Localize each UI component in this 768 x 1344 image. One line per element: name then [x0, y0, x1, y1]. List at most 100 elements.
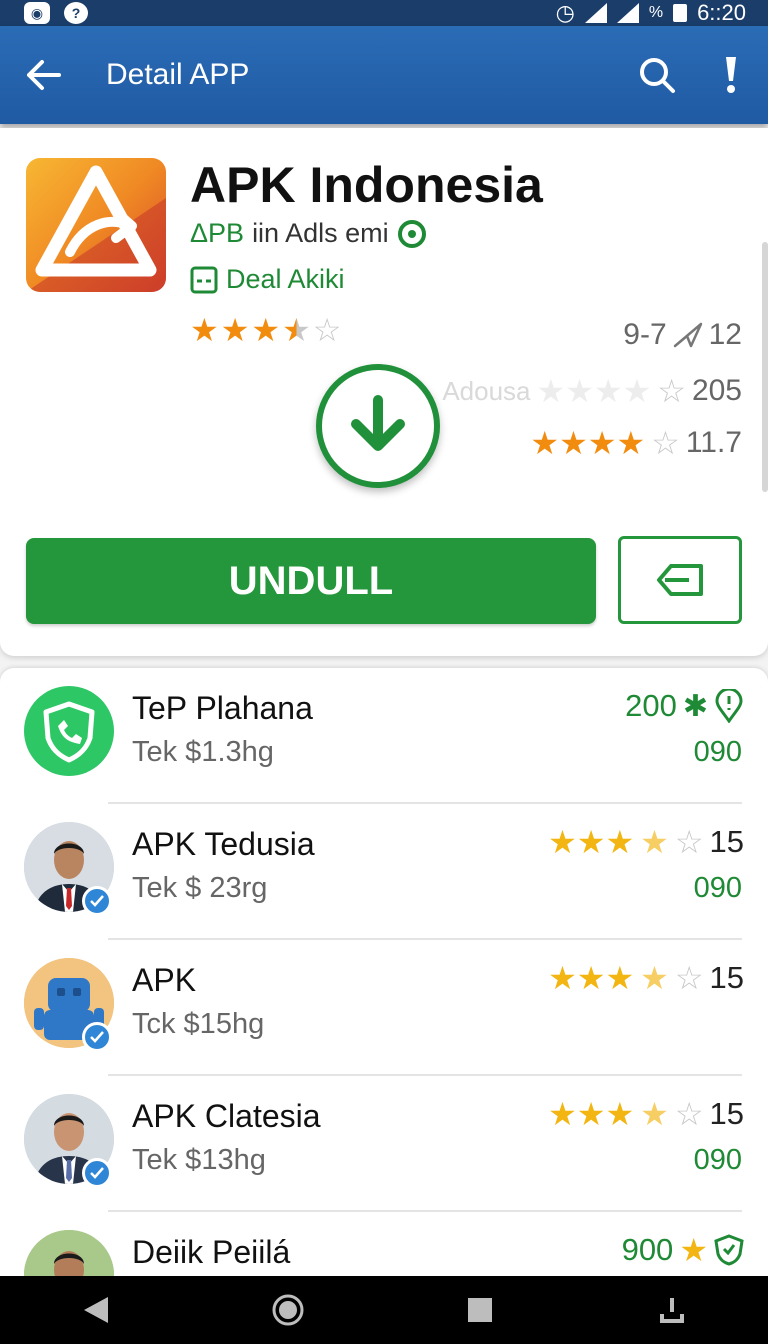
- nav-recents-button[interactable]: [450, 1280, 510, 1340]
- sparkle-icon: ✱: [682, 689, 708, 723]
- app-logo: [26, 158, 166, 292]
- location-pin-icon: [715, 689, 743, 723]
- stat-version-label: 9-7: [623, 318, 667, 351]
- star-empty-icon: ☆: [312, 312, 342, 348]
- item-stat: 900 ★: [622, 1232, 744, 1268]
- item-subtitle: Tek $ 23rg: [132, 872, 268, 904]
- search-button[interactable]: [620, 26, 694, 124]
- list-item[interactable]: APK Clatesia Tek $13hg ★★★ ★ ☆ 15 090: [0, 1076, 768, 1212]
- star-full-icon: ★★★: [548, 824, 635, 860]
- star-half-icon: ★: [640, 1096, 669, 1132]
- alarm-icon: ◷: [555, 0, 575, 25]
- share-icon: [657, 564, 703, 596]
- stat-downloads-label: Adousa: [442, 375, 531, 406]
- item-title: APK Tedusia: [132, 826, 315, 862]
- star-half-icon: ★: [282, 312, 311, 348]
- star-empty-icon: ☆: [651, 425, 680, 461]
- exclamation-icon: [726, 57, 736, 93]
- share-button[interactable]: [618, 536, 742, 624]
- star-full-icon: ★: [220, 312, 250, 348]
- item-stat-value: 200: [625, 688, 677, 723]
- deal-line[interactable]: Deal Akiki: [190, 264, 345, 295]
- nav-home-button[interactable]: [258, 1280, 318, 1340]
- app-bar: Detail APP: [0, 26, 768, 124]
- star-empty-icon: ☆: [657, 373, 686, 409]
- developer-line[interactable]: ΔPB iin Adls emi: [190, 218, 427, 249]
- star-full-icon: ★: [190, 312, 219, 348]
- star-full-icon: ★★★: [548, 1096, 635, 1132]
- star-half-icon: ★: [640, 824, 669, 860]
- verified-badge-icon: [82, 1022, 112, 1052]
- download-button[interactable]: [316, 364, 440, 488]
- shield-icon: [714, 1234, 744, 1266]
- item-title: APK: [132, 962, 197, 998]
- item-title: TeP Plahana: [132, 690, 313, 726]
- stat-rating-value: 11.7: [685, 426, 742, 459]
- wifi-icon: [584, 3, 607, 23]
- star-full-icon: ★★★: [548, 960, 635, 996]
- item-value: 090: [693, 736, 742, 768]
- status-bar: ◉ ? ◷ % 6::20: [0, 0, 768, 26]
- developer-name: iin Adls emi: [252, 218, 389, 248]
- app-list: TeP Plahana Tek $1.3hg 200 ✱ 090 APK Ted…: [0, 668, 768, 1288]
- item-value: 090: [693, 872, 742, 904]
- scrollbar[interactable]: [762, 242, 768, 492]
- item-rating-value: 15: [709, 960, 744, 995]
- item-rating-value: 15: [709, 824, 744, 859]
- notification-icon: ◉: [24, 2, 50, 24]
- star-empty-icon: ★★★★: [536, 373, 652, 409]
- page-title: Detail APP: [106, 58, 250, 91]
- battery-icon: [673, 4, 688, 22]
- item-title: Deiik Peiilá: [132, 1234, 291, 1270]
- star-full-icon: ★: [679, 1232, 708, 1268]
- verified-badge-icon: [82, 1158, 112, 1188]
- list-item[interactable]: TeP Plahana Tek $1.3hg 200 ✱ 090: [0, 668, 768, 804]
- signal-icon: [616, 3, 639, 23]
- item-subtitle: Tek $13hg: [132, 1144, 266, 1176]
- battery-percent: %: [648, 4, 664, 21]
- app-rating: ★ ★ ★ ★ ☆: [190, 314, 341, 346]
- developer-prefix: ΔPB: [190, 218, 245, 248]
- search-icon: [640, 58, 675, 93]
- download-arrow-icon: [351, 395, 405, 451]
- triangle-back-icon: [84, 1297, 108, 1323]
- item-stat: 200 ✱: [625, 688, 744, 724]
- item-value: 090: [693, 1144, 742, 1176]
- star-empty-icon: ☆: [674, 960, 704, 996]
- verified-badge-icon: [82, 886, 112, 916]
- tag-icon: [190, 266, 218, 293]
- install-button[interactable]: UNDULL: [26, 538, 596, 624]
- stat-version-value: 12: [708, 318, 742, 351]
- nav-back-button[interactable]: [66, 1280, 126, 1340]
- stat-downloads: Adousa ★★★★ ☆ 205: [442, 374, 742, 408]
- status-time: 6::20: [697, 0, 746, 25]
- square-recents-icon: [468, 1298, 492, 1322]
- back-arrow-icon: [27, 60, 61, 90]
- circle-home-icon: [272, 1294, 304, 1326]
- list-item[interactable]: APK Tck $15hg ★★★ ★ ☆ 15: [0, 940, 768, 1076]
- app-icon-shield: [24, 686, 114, 776]
- download-tray-icon: [660, 1298, 684, 1323]
- nav-download-button[interactable]: [642, 1280, 702, 1340]
- item-subtitle: Tek $1.3hg: [132, 736, 274, 768]
- item-subtitle: Tck $15hg: [132, 1008, 265, 1040]
- item-title: APK Clatesia: [132, 1098, 321, 1134]
- item-rating: ★★★ ★ ☆ 15: [548, 824, 744, 860]
- list-item[interactable]: APK Tedusia Tek $ 23rg ★★★ ★ ☆ 15 090: [0, 804, 768, 940]
- notification-icon-2: ?: [64, 2, 88, 24]
- stat-version: 9-7 12: [623, 318, 742, 352]
- star-empty-icon: ☆: [674, 824, 704, 860]
- stat-rating: ★★★★ ☆ 11.7: [530, 426, 742, 460]
- back-button[interactable]: [0, 26, 88, 124]
- item-rating: ★★★ ★ ☆ 15: [548, 1096, 744, 1132]
- app-detail-card: APK Indonesia ΔPB iin Adls emi Deal Akik…: [0, 128, 768, 656]
- star-empty-icon: ☆: [674, 1096, 704, 1132]
- star-full-icon: ★: [251, 312, 281, 348]
- alert-button[interactable]: [694, 26, 768, 124]
- stat-downloads-value: 205: [691, 374, 742, 407]
- app-title: APK Indonesia: [190, 157, 543, 213]
- star-half-icon: ★: [640, 960, 669, 996]
- deal-label: Deal Akiki: [226, 264, 345, 294]
- item-rating: ★★★ ★ ☆ 15: [548, 960, 744, 996]
- system-nav-bar: [0, 1276, 768, 1344]
